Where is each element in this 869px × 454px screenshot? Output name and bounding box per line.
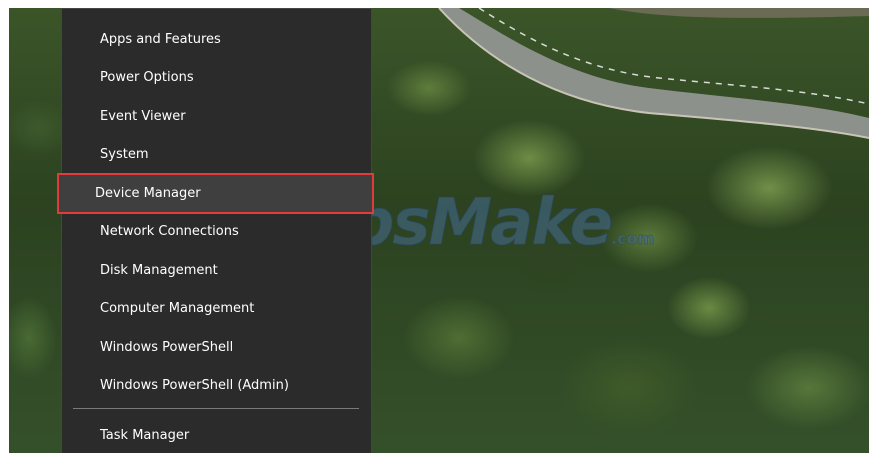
- menu-item-system[interactable]: System: [62, 135, 371, 173]
- menu-item-windows-powershell[interactable]: Windows PowerShell: [62, 328, 371, 366]
- menu-item-event-viewer[interactable]: Event Viewer: [62, 97, 371, 135]
- menu-item-task-manager[interactable]: Task Manager: [62, 416, 371, 454]
- winx-context-menu: Apps and Features Power Options Event Vi…: [57, 8, 374, 454]
- menu-item-network-connections[interactable]: Network Connections: [62, 212, 371, 250]
- menu-item-windows-powershell-admin[interactable]: Windows PowerShell (Admin): [62, 366, 371, 404]
- menu-item-computer-management[interactable]: Computer Management: [62, 289, 371, 327]
- menu-item-device-manager[interactable]: Device Manager: [57, 173, 374, 214]
- menu-item-apps-and-features[interactable]: Apps and Features: [62, 20, 371, 58]
- menu-item-disk-management[interactable]: Disk Management: [62, 251, 371, 289]
- menu-separator: [73, 408, 359, 409]
- menu-item-power-options[interactable]: Power Options: [62, 58, 371, 96]
